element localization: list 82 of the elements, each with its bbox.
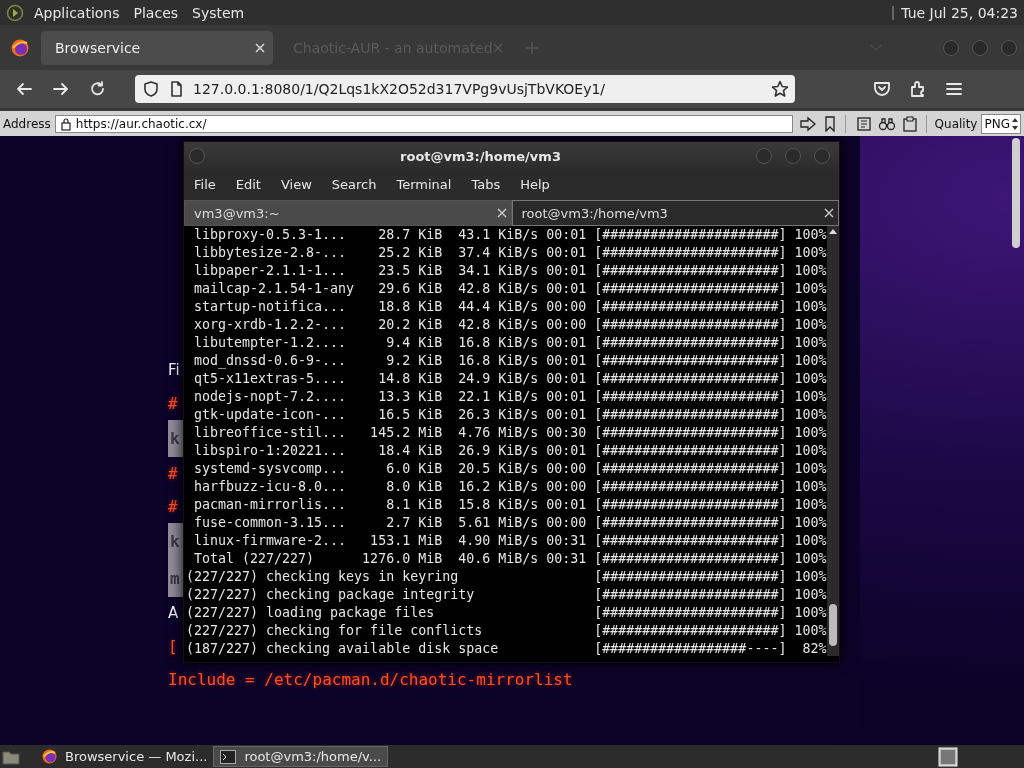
terminal-line: startup-notifica... 18.8 KiB 44.4 KiB/s 00:00 [######################] 100% xyxy=(193,298,827,316)
pocket-icon[interactable] xyxy=(873,80,891,98)
terminal-line: harfbuzz-icu-8.0... 8.0 KiB 16.2 KiB/s 00:00 [######################] 100% xyxy=(193,478,827,496)
clock[interactable]: Tue Jul 25, 04:23 xyxy=(901,4,1018,21)
terminal-line: (187/227) checking available disk space [##################----] 82% xyxy=(186,640,827,658)
terminal-tab[interactable]: vm3@vm3:~ xyxy=(184,200,512,226)
code-text: # xyxy=(168,393,178,415)
terminal-line: (227/227) checking keys in keyring [######################] 100% xyxy=(186,568,827,586)
go-arrow-icon[interactable] xyxy=(798,115,817,132)
menu-item[interactable]: Edit xyxy=(235,176,261,192)
terminal-line: Total (227/227) 1276.0 MiB 40.6 MiB/s 00:31 [######################] 100% xyxy=(193,550,827,568)
tab-title: root@vm3:/home/vm3 xyxy=(521,205,668,221)
forward-icon[interactable] xyxy=(52,80,70,98)
terminal-line: pacman-mirrorlis... 8.1 KiB 15.8 KiB/s 00:01 [######################] 100% xyxy=(193,496,827,514)
address-label: Address xyxy=(3,116,51,131)
scrollbar[interactable] xyxy=(827,226,839,656)
menu-icon[interactable] xyxy=(945,80,963,98)
terminal-line: linux-firmware-2... 153.1 MiB 4.90 MiB/s 00:31 [######################] 100% xyxy=(193,532,827,550)
menu-item[interactable]: View xyxy=(280,176,312,192)
menu-item[interactable]: Places xyxy=(133,4,179,21)
terminal-line: libpaper-2.1.1-1... 23.5 KiB 34.1 KiB/s 00:01 [######################] 100% xyxy=(193,262,827,280)
puzzle-icon[interactable] xyxy=(909,80,927,98)
page-text: Fi xyxy=(168,360,180,381)
tab-title: vm3@vm3:~ xyxy=(194,205,280,221)
terminal-line: libproxy-0.5.3-1... 28.7 KiB 43.1 KiB/s 00:01 [######################] 100% xyxy=(193,226,827,244)
logo-icon[interactable] xyxy=(6,3,24,22)
address-field[interactable]: https://aur.chaotic.cx/ xyxy=(54,114,793,133)
terminal-line: gtk-update-icon-... 16.5 KiB 26.3 KiB/s 00:01 [######################] 100% xyxy=(193,406,827,424)
terminal-line: libutempter-1.2.... 9.4 KiB 16.8 KiB/s 00:01 [######################] 100% xyxy=(193,334,827,352)
workspace-icon[interactable] xyxy=(938,746,958,767)
clipboard-icon[interactable] xyxy=(901,115,918,132)
code-line: k xyxy=(170,531,181,553)
back-icon[interactable] xyxy=(15,80,33,98)
window-title: root@vm3:/home/vm3 xyxy=(400,148,561,164)
terminal-line: fuse-common-3.15... 2.7 KiB 5.61 MiB/s 00:00 [######################] 100% xyxy=(193,514,827,532)
terminal-line: (227/227) checking for file conflicts [######################] 100% xyxy=(186,622,827,640)
taskbar-button[interactable]: Browservice — Mozi... xyxy=(36,746,214,767)
terminal-line: mailcap-2.1.54-1-any 29.6 KiB 42.8 KiB/s 00:01 [######################] 100% xyxy=(193,280,827,298)
code-text: Include = /etc/pacman.d/chaotic-mirrorlist xyxy=(168,669,573,691)
terminal-line: libspiro-1:20221... 18.4 KiB 26.9 KiB/s 00:01 [######################] 100% xyxy=(193,442,827,460)
taskbar-button[interactable]: root@vm3:/home/v... xyxy=(213,746,389,767)
terminal-icon xyxy=(220,749,237,764)
terminal-line: qt5-x11extras-5.... 14.8 KiB 24.9 KiB/s 00:01 [######################] 100% xyxy=(193,370,827,388)
firefox-icon xyxy=(42,749,57,764)
code-line: k xyxy=(170,428,181,450)
lock-icon xyxy=(59,116,72,131)
star-icon[interactable] xyxy=(771,80,789,98)
book-icon[interactable] xyxy=(855,115,872,132)
terminal-line: xorg-xrdb-1.2.2-... 20.2 KiB 42.8 KiB/s 00:00 [######################] 100% xyxy=(193,316,827,334)
menu-item[interactable]: Terminal xyxy=(396,176,452,192)
quality-label: Quality xyxy=(934,116,978,131)
terminal-line: systemd-sysvcomp... 6.0 KiB 20.5 KiB/s 00:00 [######################] 100% xyxy=(193,460,827,478)
menu-item[interactable]: System xyxy=(192,4,245,21)
terminal-line: libbytesize-2.8-... 25.2 KiB 37.4 KiB/s 00:01 [######################] 100% xyxy=(193,244,827,262)
code-line: m xyxy=(170,568,181,590)
terminal-line: mod_dnssd-0.6-9-... 9.2 KiB 16.8 KiB/s 00:01 [######################] 100% xyxy=(193,352,827,370)
quality-spinner[interactable]: PNG xyxy=(981,113,1021,134)
terminal-line: (227/227) checking package integrity [######################] 100% xyxy=(186,586,827,604)
folder-icon[interactable] xyxy=(2,748,20,765)
bookmark-icon[interactable] xyxy=(822,115,837,132)
code-text: # xyxy=(168,463,178,485)
menu-item[interactable]: Applications xyxy=(34,4,120,21)
terminal-tab[interactable]: root@vm3:/home/vm3 xyxy=(511,200,839,226)
binoculars-icon[interactable] xyxy=(877,115,896,132)
menu-item[interactable]: Search xyxy=(331,176,377,192)
reload-icon[interactable] xyxy=(89,80,107,98)
browser-tab[interactable]: Browservice xyxy=(41,30,273,65)
firefox-icon xyxy=(11,38,29,57)
menu-item[interactable]: Tabs xyxy=(471,176,501,192)
scrollbar[interactable] xyxy=(1010,138,1022,248)
code-text: [ xyxy=(168,636,178,658)
shield-icon xyxy=(143,80,159,98)
page-icon xyxy=(169,80,183,98)
terminal-line: libreoffice-stil... 145.2 MiB 4.76 MiB/s 00:30 [######################] 100% xyxy=(193,424,827,442)
terminal-line: nodejs-nopt-7.2.... 13.3 KiB 22.1 KiB/s 00:01 [######################] 100% xyxy=(193,388,827,406)
terminal-line: (227/227) loading package files [######################] 100% xyxy=(186,604,827,622)
code-text: # xyxy=(168,496,178,518)
menu-item[interactable]: File xyxy=(194,176,216,192)
url-field[interactable]: 127.0.0.1:8080/1/Q2Lqs1kX2O52d317VPg9vUsjTbVKOEy1/ xyxy=(135,75,795,103)
tab-title: Browservice xyxy=(55,39,141,56)
menu-item[interactable]: Help xyxy=(520,176,550,192)
page-text: A xyxy=(168,603,179,624)
